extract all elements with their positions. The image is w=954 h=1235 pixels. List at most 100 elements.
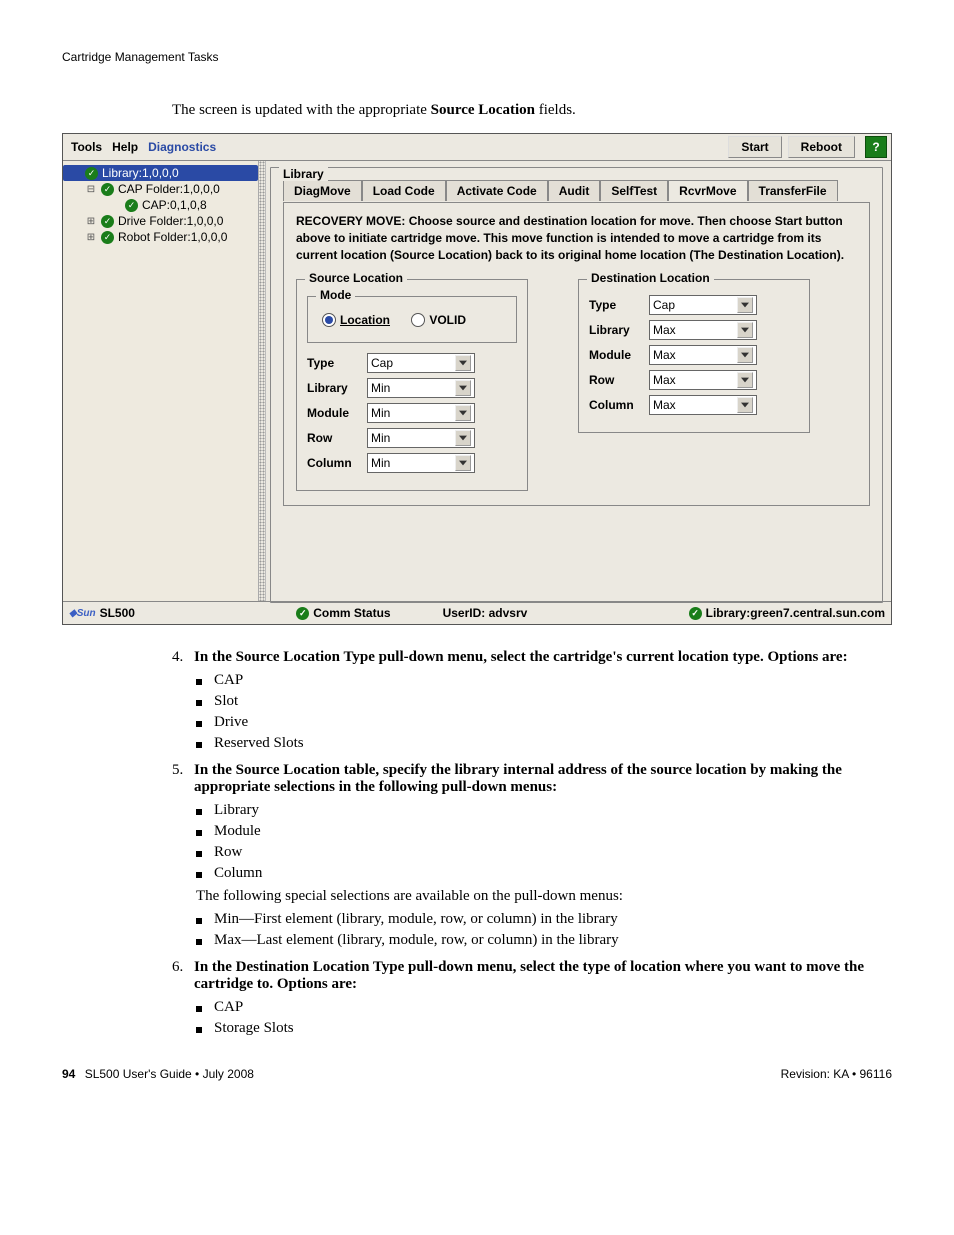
destination-location-group: Destination Location Type Cap Library Ma… (578, 279, 810, 433)
bullet-item: Storage Slots (196, 1020, 892, 1037)
footer-title: SL500 User's Guide • July 2008 (85, 1067, 254, 1081)
chevron-down-icon[interactable] (737, 297, 753, 313)
tree-twist-icon[interactable]: ⊞ (85, 232, 97, 243)
tree-node[interactable]: ✓ Library:1,0,0,0 (63, 165, 258, 181)
chevron-down-icon[interactable] (455, 405, 471, 421)
combo-value: Min (371, 431, 390, 445)
check-icon: ✓ (101, 215, 114, 228)
menu-tools[interactable]: Tools (71, 140, 102, 154)
tab-rcvrmove[interactable]: RcvrMove (668, 180, 747, 201)
bullet-item: Min—First element (library, module, row,… (196, 911, 892, 928)
tree-label: Drive Folder:1,0,0,0 (118, 214, 223, 228)
dest-library-select[interactable]: Max (649, 320, 757, 340)
tab-transferfile[interactable]: TransferFile (748, 180, 838, 201)
combo-value: Cap (371, 356, 393, 370)
source-column-label: Column (307, 456, 359, 470)
tree-node[interactable]: ⊞ ✓ Drive Folder:1,0,0,0 (63, 213, 258, 229)
instruction-steps: 4. In the Source Location Type pull-down… (172, 649, 892, 1037)
tree-twist-icon[interactable]: ⊞ (85, 216, 97, 227)
source-type-select[interactable]: Cap (367, 353, 475, 373)
source-module-select[interactable]: Min (367, 403, 475, 423)
footer-revision: Revision: KA • 96116 (781, 1067, 892, 1081)
bullet-item: Reserved Slots (196, 735, 892, 752)
source-library-select[interactable]: Min (367, 378, 475, 398)
bullet-item: Library (196, 802, 892, 819)
split-handle[interactable] (259, 161, 266, 601)
dest-row-label: Row (589, 373, 641, 387)
running-head: Cartridge Management Tasks (62, 50, 892, 64)
tab-selftest[interactable]: SelfTest (600, 180, 668, 201)
step-text: In the Source Location table, specify th… (194, 762, 892, 796)
menu-help[interactable]: Help (112, 140, 138, 154)
combo-value: Min (371, 456, 390, 470)
bullet-list: Library Module Row Column (196, 802, 892, 882)
bullet-item: Row (196, 844, 892, 861)
page-number: 94 (62, 1067, 75, 1081)
tree-label: CAP Folder:1,0,0,0 (118, 182, 220, 196)
dest-type-label: Type (589, 298, 641, 312)
tab-load-code[interactable]: Load Code (362, 180, 446, 201)
user-id: UserID: advsrv (443, 606, 528, 620)
menu-diagnostics[interactable]: Diagnostics (148, 140, 216, 154)
combo-value: Max (653, 348, 676, 362)
bullet-list: Min—First element (library, module, row,… (196, 911, 892, 949)
model-label: SL500 (100, 606, 135, 620)
tab-audit[interactable]: Audit (548, 180, 601, 201)
chevron-down-icon[interactable] (455, 380, 471, 396)
chevron-down-icon[interactable] (455, 355, 471, 371)
tab-diagmove[interactable]: DiagMove (283, 180, 362, 201)
reboot-button[interactable]: Reboot (788, 136, 855, 158)
combo-value: Cap (653, 298, 675, 312)
tab-bar: DiagMoveLoad CodeActivate CodeAuditSelfT… (283, 178, 870, 203)
bullet-list: CAPSlotDriveReserved Slots (196, 672, 892, 752)
update-caption: The screen is updated with the appropria… (172, 102, 892, 119)
tree-node[interactable]: ⊞ ✓ Robot Folder:1,0,0,0 (63, 229, 258, 245)
chevron-down-icon[interactable] (737, 322, 753, 338)
chevron-down-icon[interactable] (455, 455, 471, 471)
tab-activate-code[interactable]: Activate Code (446, 180, 548, 201)
sidebar-tree: ✓ Library:1,0,0,0⊟ ✓ CAP Folder:1,0,0,0 … (63, 161, 259, 601)
mode-group: Mode Location VOLID (307, 296, 517, 343)
combo-value: Max (653, 373, 676, 387)
tree-label: Robot Folder:1,0,0,0 (118, 230, 227, 244)
source-type-label: Type (307, 356, 359, 370)
bullet-item: CAP (196, 672, 892, 689)
caption-suffix: fields. (535, 102, 576, 118)
status-bar: ◆Sun SL500 ✓ Comm Status UserID: advsrv … (63, 601, 891, 624)
bullet-item: Module (196, 823, 892, 840)
start-button[interactable]: Start (728, 136, 781, 158)
check-icon: ✓ (85, 167, 98, 180)
step-number: 5. (172, 762, 194, 796)
chevron-down-icon[interactable] (737, 372, 753, 388)
app-window: Tools Help Diagnostics Start Reboot ? ✓ … (62, 133, 892, 625)
help-icon[interactable]: ? (865, 136, 887, 158)
dest-module-select[interactable]: Max (649, 345, 757, 365)
mode-volid-radio[interactable]: VOLID (411, 313, 466, 327)
tree-node[interactable]: ⊟ ✓ CAP Folder:1,0,0,0 (63, 181, 258, 197)
bullet-item: Column (196, 865, 892, 882)
page-footer: 94 SL500 User's Guide • July 2008 Revisi… (62, 1067, 892, 1081)
step: 5. In the Source Location table, specify… (172, 762, 892, 796)
chevron-down-icon[interactable] (737, 347, 753, 363)
chevron-down-icon[interactable] (455, 430, 471, 446)
source-row-label: Row (307, 431, 359, 445)
dest-column-select[interactable]: Max (649, 395, 757, 415)
dest-module-label: Module (589, 348, 641, 362)
source-row-select[interactable]: Min (367, 428, 475, 448)
source-library-label: Library (307, 381, 359, 395)
dest-row-select[interactable]: Max (649, 370, 757, 390)
chevron-down-icon[interactable] (737, 397, 753, 413)
step: 6. In the Destination Location Type pull… (172, 959, 892, 993)
source-column-select[interactable]: Min (367, 453, 475, 473)
mode-location-radio[interactable]: Location (322, 313, 390, 327)
step-number: 6. (172, 959, 194, 993)
bullet-item: Max—Last element (library, module, row, … (196, 932, 892, 949)
tree-node[interactable]: ✓ CAP:0,1,0,8 (63, 197, 258, 213)
dest-type-select[interactable]: Cap (649, 295, 757, 315)
check-icon: ✓ (689, 607, 702, 620)
bullet-item: Drive (196, 714, 892, 731)
tree-twist-icon[interactable]: ⊟ (85, 184, 97, 195)
source-location-group: Source Location Mode Location VOLID (296, 279, 528, 491)
check-icon: ✓ (125, 199, 138, 212)
caption-bold: Source Location (431, 102, 535, 118)
